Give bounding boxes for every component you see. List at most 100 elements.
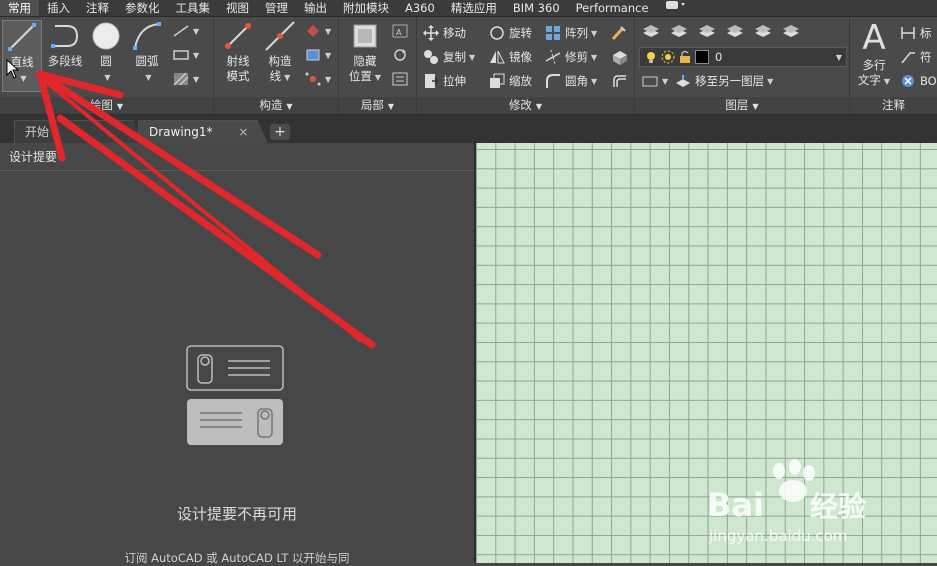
line-button[interactable]: 直线 ▼ [2, 20, 42, 92]
chevron-down-icon: ▼ [325, 26, 332, 36]
table-button[interactable]: BO [900, 71, 937, 91]
erase-button[interactable] [611, 23, 627, 43]
modify-panel: 移动 旋转 阵列 ▼ 复制 ▼ 镜像 修剪 ▼ 拉伸 缩放 圆角 ▼ 修改 ▼ [417, 17, 635, 114]
new-tab-button[interactable]: + [270, 124, 290, 140]
tab-insert[interactable]: 插入 [39, 0, 78, 16]
layer-isolate-icon[interactable] [697, 23, 717, 39]
array-button[interactable]: 阵列 ▼ [545, 23, 597, 43]
ray-button[interactable]: 射线 模式 [218, 20, 258, 84]
svg-text:A: A [396, 28, 402, 37]
layer-properties-icon[interactable] [641, 23, 661, 39]
hide-position-button[interactable]: 隐藏 位置 ▼ [345, 20, 385, 85]
modify-panel-title[interactable]: 修改 ▼ [417, 97, 634, 114]
chevron-down-icon: ▼ [535, 102, 543, 111]
tab-manage[interactable]: 管理 [257, 0, 296, 16]
draw-small-tool-2[interactable]: ▼ [172, 45, 199, 65]
sun-icon [661, 50, 675, 64]
layer-tools-row-1 [641, 21, 801, 41]
multiline-text-button[interactable]: A 多行 文字 ▼ [854, 20, 894, 89]
construct-panel-title-label: 构造 [259, 98, 283, 112]
draw-small-tool-1[interactable]: ▼ [172, 21, 199, 41]
rotate-button[interactable]: 旋转 [489, 23, 532, 43]
polyline-button[interactable]: 多段线 [44, 20, 86, 69]
draw-panel-title[interactable]: 绘图 ▼ [0, 97, 213, 114]
draw-panel: 直线 ▼ 多段线 圆 ▼ 圆弧 ▼ ▼ ▼ ▼ 绘图 ▼ [0, 17, 214, 114]
tab-home[interactable]: 常用 [0, 0, 39, 16]
arc-label: 圆弧 [135, 54, 159, 68]
array-icon [546, 26, 560, 40]
layers-panel-title[interactable]: 图层 ▼ [635, 97, 849, 114]
trim-label: 修剪 [565, 50, 588, 64]
hatch-icon [173, 72, 189, 86]
trim-button[interactable]: 修剪 ▼ [545, 47, 597, 67]
local-text-icon: A [392, 24, 408, 38]
construct-small-tool-1[interactable]: ▼ [304, 21, 331, 41]
move-button[interactable]: 移动 [423, 23, 466, 43]
arc-button[interactable]: 圆弧 ▼ [127, 20, 167, 85]
tab-annotate[interactable]: 注释 [78, 0, 117, 16]
boundary-icon [306, 49, 320, 61]
tab-bim360[interactable]: BIM 360 [505, 0, 568, 16]
tab-featured-apps[interactable]: 精选应用 [443, 0, 505, 16]
tab-addins[interactable]: 附加模块 [335, 0, 397, 16]
tab-drawing1[interactable]: Drawing1* × [138, 120, 268, 144]
tab-view[interactable]: 视图 [218, 0, 257, 16]
chevron-down-icon: ▼ [20, 74, 27, 83]
local-small-tool-1[interactable]: A [391, 21, 409, 41]
rectangle-icon [173, 50, 189, 60]
chevron-down-icon: ▼ [469, 52, 476, 62]
layer-off-icon[interactable] [725, 23, 745, 39]
layer-lock-icon[interactable] [781, 23, 801, 39]
tab-start[interactable]: 开始 [14, 120, 144, 144]
layer-dropdown[interactable]: 0 ▼ [639, 47, 847, 67]
offset-icon [613, 75, 626, 87]
layer-match-icon[interactable] [641, 74, 659, 88]
tab-toolsets[interactable]: 工具集 [168, 0, 219, 16]
drawing-canvas[interactable]: Bai 经验 jingyan.baidu.com [476, 143, 937, 563]
scale-label: 缩放 [509, 74, 532, 88]
chevron-down-icon: ▼ [325, 74, 332, 84]
fillet-icon [546, 74, 560, 88]
layers-panel: 0 ▼ ▼ 移至另一图层 ▼ 图层 ▼ [635, 17, 850, 114]
stretch-button[interactable]: 拉伸 [423, 71, 466, 91]
scale-button[interactable]: 缩放 [489, 71, 532, 91]
tab-a360[interactable]: A360 [397, 0, 443, 16]
construct-small-tool-2[interactable]: ▼ [304, 45, 331, 65]
stretch-label: 拉伸 [443, 74, 466, 88]
ribbon-minimize-toggle[interactable] [657, 0, 695, 16]
tab-parametric[interactable]: 参数化 [117, 0, 168, 16]
close-icon[interactable]: × [238, 125, 248, 139]
construction-line-button[interactable]: 构造线 ▼ [260, 20, 300, 85]
local-small-tool-2[interactable] [391, 45, 409, 65]
copy-button[interactable]: 复制 ▼ [423, 47, 475, 67]
layer-tools-row-3: ▼ 移至另一图层 ▼ [641, 71, 773, 91]
move-icon [423, 25, 439, 41]
ray-icon [225, 23, 251, 49]
mirror-label: 镜像 [509, 50, 532, 64]
circle-button[interactable]: 圆 ▼ [88, 20, 124, 85]
tab-output[interactable]: 输出 [296, 0, 335, 16]
local-small-tool-3[interactable] [391, 69, 409, 89]
construct-small-tool-3[interactable]: ▼ [304, 69, 331, 89]
mirror-button[interactable]: 镜像 [489, 47, 532, 67]
polyline-label: 多段线 [47, 54, 83, 68]
move-to-layer-button[interactable]: 移至另一图层 ▼ [674, 73, 773, 89]
tab-performance[interactable]: Performance [568, 0, 657, 16]
layers-panel-title-label: 图层 [725, 98, 749, 112]
dimension-button[interactable]: 标 [900, 23, 932, 43]
chevron-down-icon: ▼ [374, 73, 382, 82]
construct-panel-title[interactable]: 构造 ▼ [214, 97, 338, 114]
symbol-button[interactable]: 符 [900, 47, 932, 67]
explode-button[interactable] [611, 47, 629, 67]
local-panel-title-label: 局部 [360, 98, 384, 112]
stretch-icon [425, 74, 439, 88]
fillet-button[interactable]: 圆角 ▼ [545, 71, 597, 91]
annotation-panel-title[interactable]: 注释 [850, 97, 937, 114]
layer-state-icon[interactable] [669, 23, 689, 39]
region-icon [307, 25, 319, 37]
layer-freeze-icon[interactable] [753, 23, 773, 39]
circle-label: 圆 [100, 54, 112, 68]
offset-button[interactable] [611, 71, 629, 91]
local-panel-title[interactable]: 局部 ▼ [339, 97, 416, 114]
draw-small-tool-3[interactable]: ▼ [172, 69, 199, 89]
